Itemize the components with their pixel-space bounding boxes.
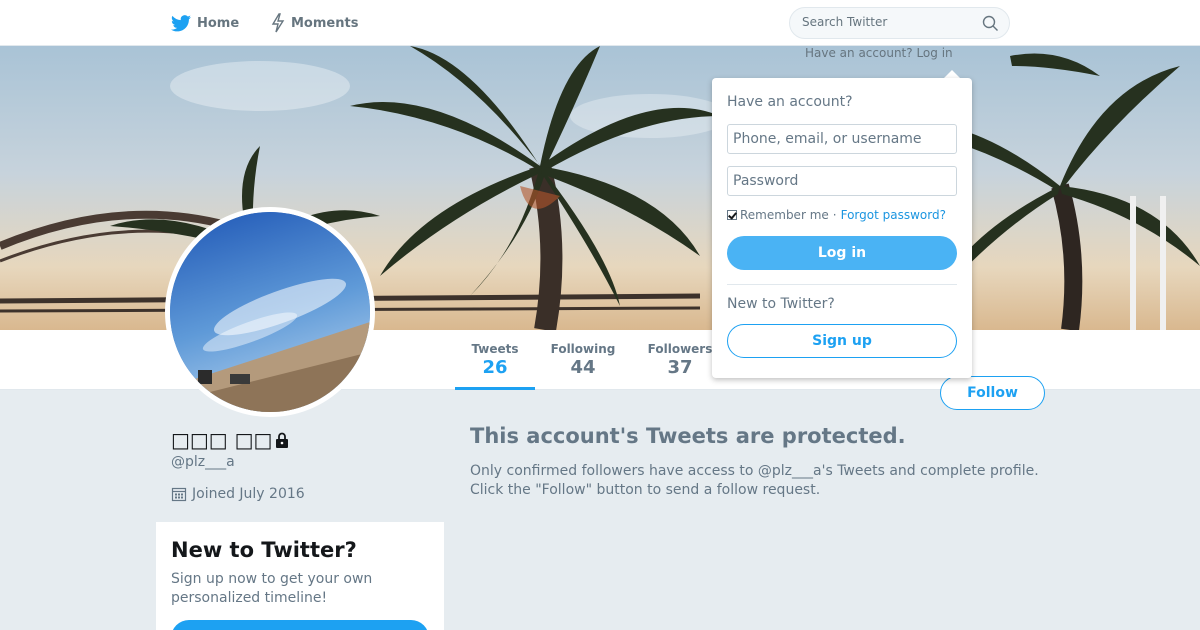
top-navigation-bar: Home Moments bbox=[0, 0, 1200, 46]
nav-home[interactable]: Home bbox=[171, 12, 239, 34]
password-field[interactable] bbox=[727, 166, 957, 196]
display-name-text: □□□ □□ bbox=[171, 428, 273, 452]
remember-me-label[interactable]: Remember me bbox=[740, 208, 829, 222]
follow-button[interactable]: Follow bbox=[940, 376, 1045, 410]
signup-button[interactable]: Sign up bbox=[727, 324, 957, 358]
have-account-login-link[interactable]: Have an account? Log in bbox=[805, 46, 953, 60]
avatar[interactable] bbox=[165, 207, 375, 417]
search-box bbox=[789, 7, 1010, 39]
stat-followers-count: 37 bbox=[667, 357, 693, 378]
remember-separator: · bbox=[832, 208, 837, 222]
remember-me-checkbox[interactable] bbox=[727, 210, 737, 220]
stat-tweets-label: Tweets bbox=[471, 342, 519, 356]
nav-moments[interactable]: Moments bbox=[271, 12, 358, 34]
login-heading: Have an account? bbox=[727, 94, 853, 110]
protected-message: Only confirmed followers have access to … bbox=[470, 462, 1070, 500]
login-dropdown: Have an account? Remember me · Forgot pa… bbox=[712, 78, 972, 378]
stat-tweets[interactable]: Tweets 26 bbox=[455, 342, 535, 390]
avatar-image bbox=[170, 212, 370, 412]
signup-module-text: Sign up now to get your own personalized… bbox=[171, 571, 373, 606]
calendar-icon bbox=[171, 487, 187, 502]
joined-text: Joined July 2016 bbox=[192, 486, 305, 502]
stat-tweets-count: 26 bbox=[482, 357, 508, 378]
protected-line-2: Click the "Follow" button to send a foll… bbox=[470, 482, 821, 498]
signup-module-title: New to Twitter? bbox=[171, 538, 357, 562]
stat-following-count: 44 bbox=[570, 357, 596, 378]
protected-line-1: Only confirmed followers have access to … bbox=[470, 463, 1039, 479]
profile-display-name: □□□ □□ bbox=[171, 428, 290, 452]
lock-icon bbox=[276, 432, 289, 448]
stat-following[interactable]: Following 44 bbox=[546, 342, 620, 378]
login-divider bbox=[727, 284, 957, 285]
profile-joined: Joined July 2016 bbox=[171, 486, 305, 502]
login-button[interactable]: Log in bbox=[727, 236, 957, 270]
signup-module: New to Twitter? Sign up now to get your … bbox=[156, 522, 444, 630]
new-to-twitter-heading: New to Twitter? bbox=[727, 296, 835, 312]
search-input[interactable] bbox=[802, 15, 972, 29]
stat-followers-label: Followers bbox=[647, 342, 713, 356]
signup-module-button[interactable] bbox=[171, 620, 429, 630]
stat-following-label: Following bbox=[550, 342, 616, 356]
search-icon[interactable] bbox=[982, 15, 999, 32]
username-field[interactable] bbox=[727, 124, 957, 154]
profile-handle[interactable]: @plz___a bbox=[171, 454, 235, 470]
stat-followers[interactable]: Followers 37 bbox=[645, 342, 715, 378]
nav-moments-label: Moments bbox=[291, 15, 359, 31]
lightning-icon bbox=[271, 13, 285, 33]
remember-row: Remember me · Forgot password? bbox=[727, 208, 946, 222]
nav-home-label: Home bbox=[197, 15, 240, 31]
forgot-password-link[interactable]: Forgot password? bbox=[841, 208, 946, 222]
twitter-bird-icon bbox=[171, 14, 191, 31]
protected-title: This account's Tweets are protected. bbox=[470, 424, 906, 448]
